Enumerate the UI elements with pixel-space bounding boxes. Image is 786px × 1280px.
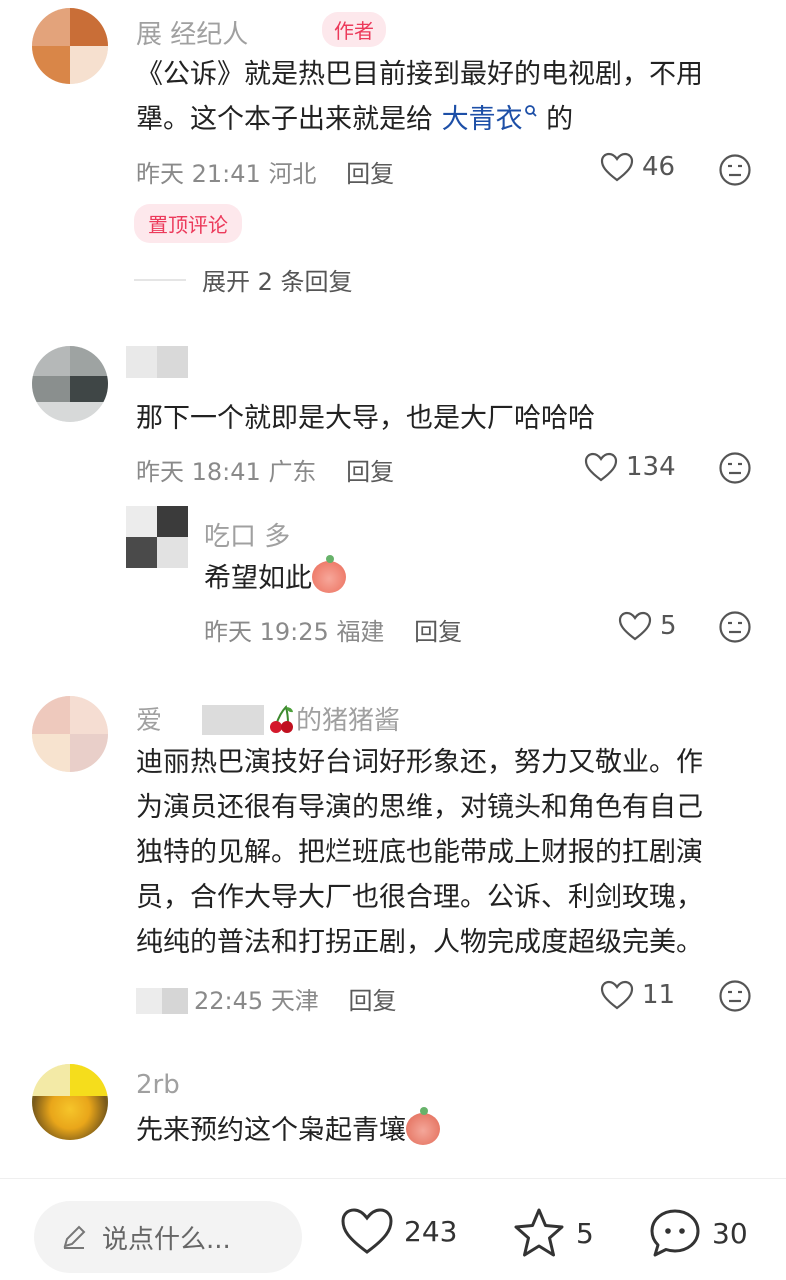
username[interactable]: 展 经纪人 <box>136 14 248 51</box>
comment-location: 天津 <box>270 987 319 1015</box>
heart-icon <box>618 611 652 641</box>
post-collect-count: 5 <box>576 1216 594 1250</box>
comment-meta: 22:45 天津 回复 <box>136 981 396 1016</box>
comment-input[interactable]: 说点什么... <box>34 1201 302 1273</box>
pinned-badge: 置顶评论 <box>134 204 242 243</box>
reply-username[interactable]: 吃口 多 <box>204 516 290 553</box>
pencil-icon <box>63 1225 86 1249</box>
heart-icon <box>341 1208 393 1254</box>
post-comment-button[interactable]: 30 <box>648 1207 748 1259</box>
like-count: 11 <box>642 980 676 1010</box>
comment-input-placeholder: 说点什么... <box>102 1224 231 1255</box>
comment-text-line: 迪丽热巴演技好台词好形象还，努力又敬业。作 <box>136 747 703 778</box>
dislike-face-icon[interactable] <box>718 153 752 187</box>
like-count: 134 <box>626 452 676 482</box>
post-like-button[interactable]: 243 <box>340 1207 457 1255</box>
heart-icon <box>584 452 618 482</box>
heart-icon <box>600 152 634 182</box>
reply-button[interactable]: 回复 <box>348 987 396 1015</box>
comment-text: 先来预约这个枭起青壤 <box>136 1107 440 1153</box>
comment-text-line: 独特的见解。把烂班底也能带成上财报的扛剧演 <box>136 837 703 868</box>
comment-text-line-1: 《公诉》就是热巴目前接到最好的电视剧，不用 <box>136 59 703 90</box>
post-like-count: 243 <box>404 1214 458 1248</box>
avatar[interactable] <box>32 8 108 84</box>
post-collect-button[interactable]: 5 <box>512 1207 594 1259</box>
bottom-action-bar: 说点什么... 243 5 30 <box>0 1178 786 1280</box>
like-button[interactable]: 5 <box>618 611 677 641</box>
reply-location: 福建 <box>336 618 385 646</box>
like-button[interactable]: 134 <box>584 452 676 482</box>
comment-text-line: 员，合作大导大厂也很合理。公诉、利剑玫瑰， <box>136 882 703 913</box>
reply-time: 昨天 19:25 <box>204 618 329 646</box>
like-button[interactable]: 11 <box>600 980 675 1010</box>
comment-time: 昨天 21:41 <box>136 160 261 188</box>
reply-avatar[interactable] <box>126 506 188 568</box>
cherry-icon <box>270 705 294 733</box>
sunglasses-emoji-icon <box>406 1107 440 1145</box>
comment-text: 迪丽热巴演技好台词好形象还，努力又敬业。作 为演员还很有导演的思维，对镜头和角色… <box>136 740 703 965</box>
reply-button[interactable]: 回复 <box>346 160 394 188</box>
star-icon <box>514 1208 564 1257</box>
blushing-emoji-icon <box>312 555 346 593</box>
username[interactable]: 爱的猪猪酱 <box>136 700 400 737</box>
avatar[interactable] <box>32 696 108 772</box>
post-comment-count: 30 <box>712 1216 748 1250</box>
comment-location: 河北 <box>268 160 317 188</box>
reply-text: 希望如此 <box>204 555 346 601</box>
heart-icon <box>600 980 634 1010</box>
time-censor <box>136 988 188 1014</box>
reply-meta: 昨天 19:25 福建 回复 <box>204 612 462 647</box>
reply-button[interactable]: 回复 <box>346 458 394 486</box>
reply-button[interactable]: 回复 <box>414 618 462 646</box>
comment-location: 广东 <box>268 458 317 486</box>
like-count: 46 <box>642 152 676 182</box>
comment-time: 22:45 <box>194 987 264 1015</box>
chat-bubble-icon <box>650 1209 700 1257</box>
like-count: 5 <box>660 611 677 641</box>
expand-replies-label: 展开 2 条回复 <box>202 268 353 296</box>
dislike-face-icon[interactable] <box>718 979 752 1013</box>
like-button[interactable]: 46 <box>600 152 675 182</box>
dislike-face-icon[interactable] <box>718 451 752 485</box>
username[interactable]: 2rb <box>136 1070 180 1100</box>
expand-replies[interactable]: 展开 2 条回复 <box>134 262 353 297</box>
author-badge: 作者 <box>322 12 386 47</box>
avatar[interactable] <box>32 1064 108 1140</box>
avatar[interactable] <box>32 346 108 422</box>
search-link[interactable]: 大青衣 <box>442 104 538 135</box>
comment-meta: 昨天 21:41 河北 回复 <box>136 154 394 189</box>
comment-time: 昨天 18:41 <box>136 458 261 486</box>
username[interactable] <box>126 346 188 378</box>
dislike-face-icon[interactable] <box>718 610 752 644</box>
comment-text: 那下一个就即是大导，也是大厂哈哈哈 <box>136 403 595 434</box>
comment-text-line: 为演员还很有导演的思维，对镜头和角色有自己 <box>136 792 703 823</box>
username-censor <box>202 705 265 735</box>
search-icon <box>524 105 537 117</box>
comment-text-line: 纯纯的普法和打拐正剧，人物完成度超级完美。 <box>136 927 703 958</box>
comment-meta: 昨天 18:41 广东 回复 <box>136 452 394 487</box>
comment-text-line-2: 犟。这个本子出来就是给 大青衣 的 <box>136 104 574 135</box>
